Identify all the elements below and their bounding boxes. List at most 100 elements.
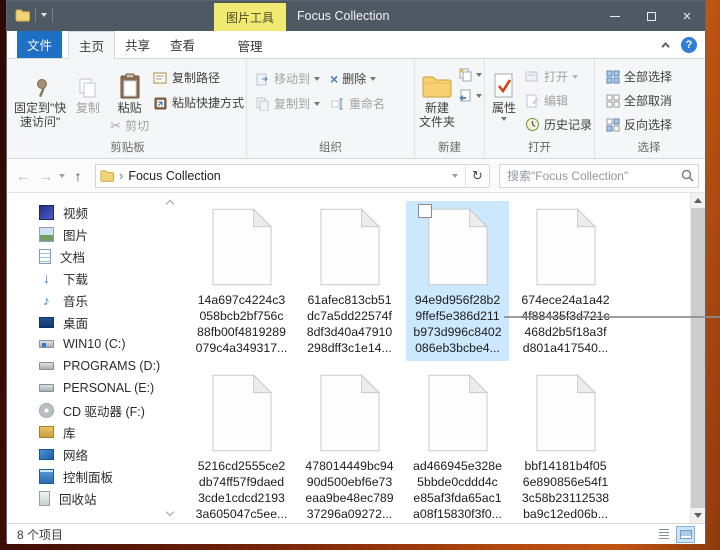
file-name-line: 94e9d956f28b2 xyxy=(414,293,501,307)
sidebar-item-downloads[interactable]: ↓ 下载 xyxy=(7,267,177,289)
tab-manage[interactable]: 管理 xyxy=(217,31,283,59)
sidebar-item-drive-e[interactable]: PERSONAL (E:) xyxy=(7,377,177,399)
paste-shortcut-button[interactable]: 粘贴快捷方式 xyxy=(153,94,244,111)
details-view-button[interactable] xyxy=(654,526,673,543)
qat-customize-icon[interactable] xyxy=(41,13,47,17)
file-item-selected[interactable]: 94e9d956f28b2 9ffef5e386d211 b973d996c8402… xyxy=(406,201,509,361)
select-all-button[interactable]: 全部选择 xyxy=(605,68,672,85)
sidebar-item-drive-c[interactable]: WIN10 (C:) xyxy=(7,333,177,355)
sidebar-item-label: 网络 xyxy=(63,448,89,463)
sidebar-item-recycle-bin[interactable]: 回收站 xyxy=(7,487,177,509)
history-button[interactable]: 历史记录 xyxy=(525,116,592,133)
up-button[interactable]: ↑ xyxy=(68,168,88,184)
tab-view[interactable]: 查看 xyxy=(160,31,205,58)
vertical-scrollbar[interactable] xyxy=(690,193,705,523)
file-name-line: bbf14181b4f05 xyxy=(524,459,607,473)
selection-checkbox[interactable] xyxy=(418,204,432,218)
open-dropdown-icon xyxy=(572,74,578,79)
delete-button[interactable]: × 删除 xyxy=(330,70,385,87)
file-item[interactable]: 61afec813cb51 dc7a5dd22574f 8df3d40a47910 2… xyxy=(298,201,401,361)
file-item[interactable]: 674ece24a1a424f88435f3d721c468d2b5f18a3f… xyxy=(514,201,617,361)
sidebar-item-label: 回收站 xyxy=(59,492,97,507)
close-button[interactable]: × xyxy=(669,1,705,31)
sidebar-item-network[interactable]: 网络 xyxy=(7,443,177,465)
address-bar[interactable]: › Focus Collection ↻ xyxy=(95,163,490,188)
properties-button[interactable]: 属性 xyxy=(487,62,521,121)
copy-path-button[interactable]: 复制路径 xyxy=(153,69,244,86)
paste-button[interactable]: 粘贴 xyxy=(118,62,142,115)
file-item[interactable]: bbf14181b4f05 6e890856e54f1 3c58b23112538 b… xyxy=(514,367,617,523)
sidebar-item-libraries[interactable]: 库 xyxy=(7,421,177,443)
sidebar-scroll-down-icon[interactable] xyxy=(165,507,175,517)
sidebar-item-label: 文档 xyxy=(60,250,86,265)
pin-to-quick-access-button[interactable]: 固定到"快 速访问" xyxy=(11,62,69,129)
copy-to-button[interactable]: 复制到 xyxy=(255,95,321,112)
sidebar-item-videos[interactable]: 视频 xyxy=(7,201,177,223)
file-item[interactable]: 478014449bc94 90d500ebf6e73 eaa9be48ec789 3… xyxy=(298,367,401,523)
collapse-ribbon-icon[interactable] xyxy=(661,42,670,51)
search-input[interactable] xyxy=(499,163,699,188)
sidebar-item-documents[interactable]: 文档 xyxy=(7,245,177,267)
scroll-up-icon[interactable] xyxy=(691,193,705,208)
help-icon[interactable]: ? xyxy=(681,37,697,53)
sidebar-item-music[interactable]: ♪ 音乐 xyxy=(7,289,177,311)
file-item[interactable]: ad466945e328e 5bbde0cddd4c e85af3fda65ac1 a… xyxy=(406,367,509,523)
file-item[interactable]: 14a697c4224c3 058bcb2bf756c 88fb00f4819289… xyxy=(190,201,293,361)
edit-button[interactable]: 编辑 xyxy=(525,92,592,109)
sidebar-item-drive-d[interactable]: PROGRAMS (D:) xyxy=(7,355,177,377)
sidebar-item-control-panel[interactable]: 控制面板 xyxy=(7,465,177,487)
address-dropdown-icon[interactable] xyxy=(445,165,465,187)
forward-button[interactable]: → xyxy=(36,168,56,184)
new-folder-icon xyxy=(422,65,452,99)
new-item-icon xyxy=(457,67,472,82)
select-none-button[interactable]: 全部取消 xyxy=(605,92,672,109)
picture-tools-tab[interactable]: 图片工具 xyxy=(214,3,286,31)
drive-e-icon xyxy=(39,384,54,392)
recycle-bin-icon xyxy=(39,490,50,506)
thumbnail-view-button[interactable] xyxy=(676,525,695,543)
navigation-pane: 视频 图片 文档 ↓ 下载 ♪ 音乐 桌面 WIN10 (C:) PROGRAMS … xyxy=(7,193,177,523)
desktop-icon xyxy=(39,316,54,328)
properties-label: 属性 xyxy=(491,101,516,115)
easy-access-button[interactable] xyxy=(457,88,482,103)
tab-file[interactable]: 文件 xyxy=(17,31,63,58)
new-item-button[interactable] xyxy=(457,67,482,82)
pictures-icon xyxy=(39,226,54,242)
refresh-icon[interactable]: ↻ xyxy=(465,164,489,187)
breadcrumb[interactable]: Focus Collection xyxy=(128,169,220,183)
tab-share[interactable]: 共享 xyxy=(115,31,160,58)
maximize-button[interactable] xyxy=(633,1,669,31)
file-name-line: 5bbde0cddd4c xyxy=(417,475,498,489)
organize-group-label: 组织 xyxy=(319,142,342,154)
open-button[interactable]: 打开 xyxy=(525,68,592,85)
rename-button[interactable]: 重命名 xyxy=(330,95,385,112)
scrollbar-thumb[interactable] xyxy=(691,208,705,508)
cut-button[interactable]: ✂ 剪切 xyxy=(110,117,149,134)
ribbon-controls: ? xyxy=(661,31,697,59)
file-icon xyxy=(211,373,273,456)
sidebar-item-pictures[interactable]: 图片 xyxy=(7,223,177,245)
move-to-label: 移动到 xyxy=(274,72,311,86)
file-item[interactable]: 5216cd2555ce2 db74ff57f9daed 3cde1cdcd2193… xyxy=(190,367,293,523)
scroll-down-icon[interactable] xyxy=(691,508,705,523)
sidebar-item-cd-drive[interactable]: CD 驱动器 (F:) xyxy=(7,399,177,421)
invert-selection-button[interactable]: 反向选择 xyxy=(605,116,672,133)
easy-access-icon xyxy=(457,88,472,103)
file-name-line: 058bcb2bf756c xyxy=(199,309,284,323)
window-controls: × xyxy=(597,1,705,31)
documents-icon xyxy=(39,248,51,264)
back-button[interactable]: ← xyxy=(13,168,33,184)
recent-locations-icon[interactable] xyxy=(59,173,65,178)
file-name-line: eaa9be48ec789 xyxy=(305,491,394,505)
copy-button[interactable]: 复制 xyxy=(69,62,106,115)
new-folder-button[interactable]: 新建 文件夹 xyxy=(417,62,457,129)
move-to-button[interactable]: 移动到 xyxy=(255,70,321,87)
libraries-icon xyxy=(39,426,54,438)
file-name-line: d801a417540... xyxy=(522,341,609,355)
tab-home[interactable]: 主页 xyxy=(68,31,116,59)
sidebar-item-label: 视频 xyxy=(63,206,89,221)
breadcrumb-chevron-icon: › xyxy=(119,168,124,183)
minimize-button[interactable] xyxy=(597,1,633,31)
sidebar-item-desktop[interactable]: 桌面 xyxy=(7,311,177,333)
select-all-label: 全部选择 xyxy=(624,70,673,84)
